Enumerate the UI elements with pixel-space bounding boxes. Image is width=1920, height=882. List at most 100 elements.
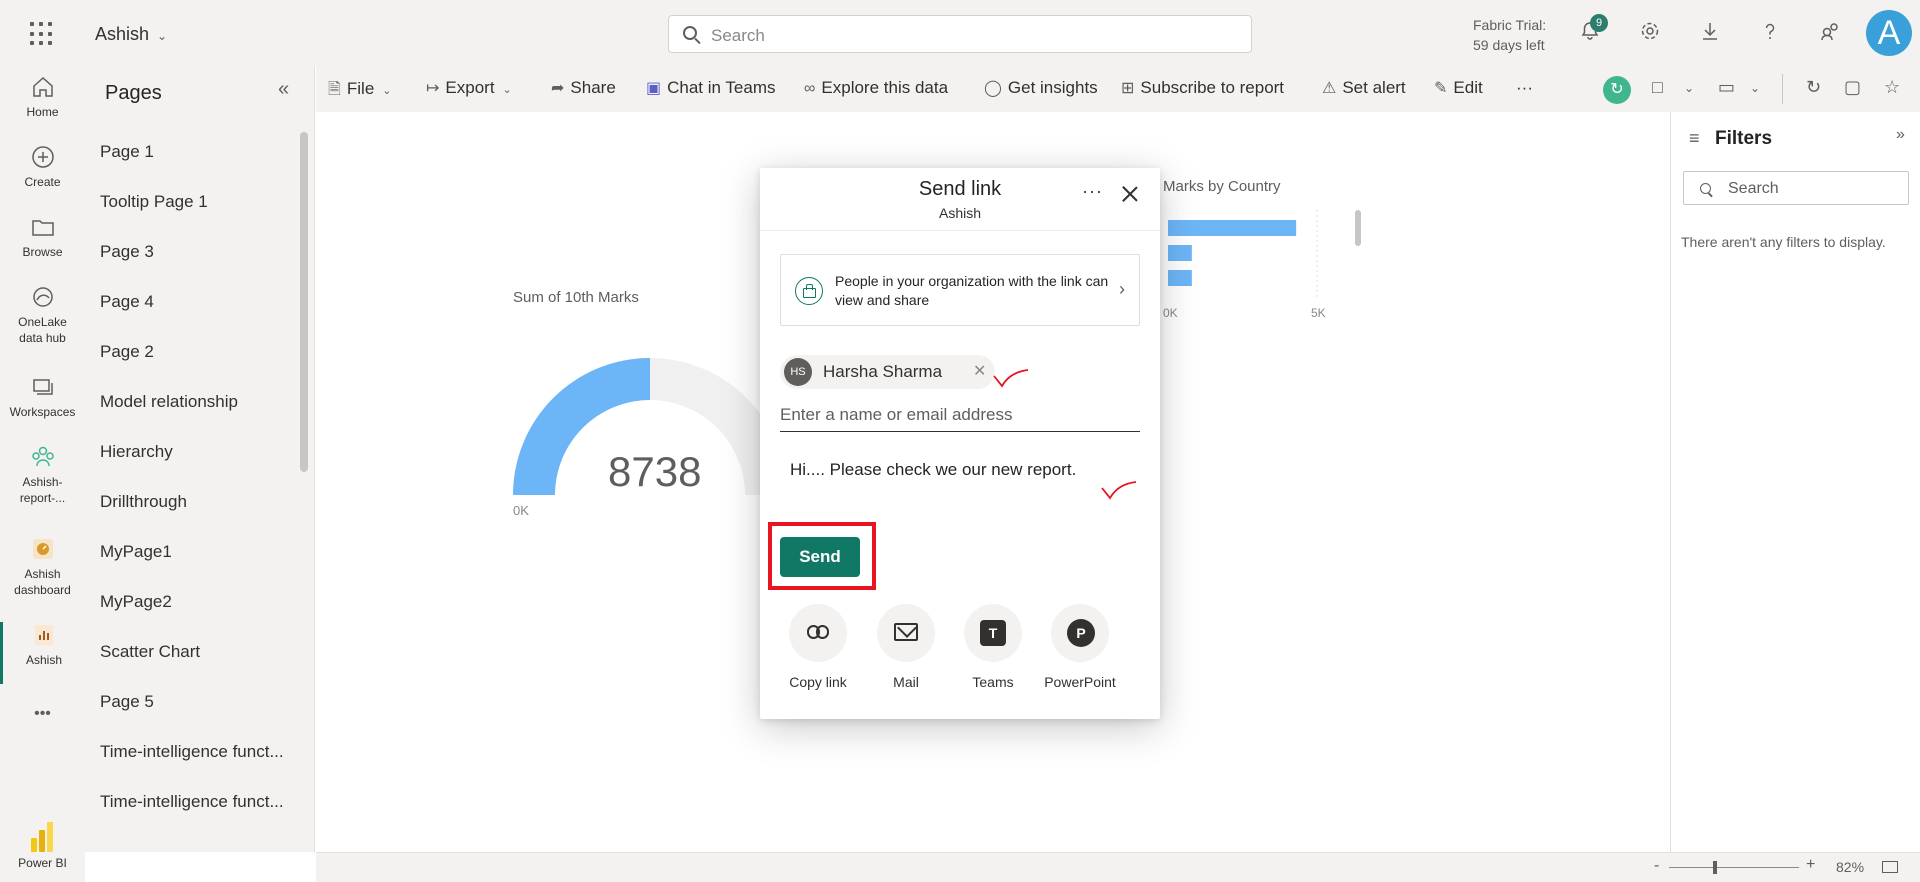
trial-status[interactable]: Fabric Trial: 59 days left xyxy=(1473,15,1546,55)
comment-icon[interactable]: ▢ xyxy=(1844,77,1861,98)
page-tab[interactable]: Page 3 xyxy=(100,242,300,262)
workspace-switcher[interactable]: Ashish ⌄ xyxy=(95,24,167,45)
teams-button[interactable]: T xyxy=(964,604,1022,662)
copy-link-option[interactable]: Copy link xyxy=(778,604,858,690)
copy-link-button[interactable] xyxy=(789,604,847,662)
share-button[interactable]: ➦ Share xyxy=(551,78,616,98)
feedback-icon[interactable] xyxy=(1816,20,1844,48)
powerpoint-button[interactable]: P xyxy=(1051,604,1109,662)
page-tab[interactable]: Page 4 xyxy=(100,292,300,312)
gear-icon[interactable] xyxy=(1636,20,1664,48)
page-tab[interactable]: Tooltip Page 1 xyxy=(100,192,300,212)
bar[interactable] xyxy=(1168,220,1297,236)
send-link-dialog: Send link Ashish ··· People in your orga… xyxy=(760,168,1160,719)
page-tab[interactable]: Scatter Chart xyxy=(100,642,300,662)
view-icon[interactable]: ▭ xyxy=(1718,77,1735,98)
powerpoint-option[interactable]: P PowerPoint xyxy=(1040,604,1120,690)
app-launcher-icon[interactable] xyxy=(30,22,54,46)
report-icon xyxy=(35,625,53,645)
file-icon: 🗎 xyxy=(328,81,341,98)
explore-data-button[interactable]: ∞ Explore this data xyxy=(804,78,948,98)
filters-search-input[interactable]: Search xyxy=(1683,171,1909,205)
rail-item-browse[interactable]: Browse xyxy=(0,214,85,260)
bar[interactable] xyxy=(1168,245,1192,261)
rail-item-workspaces[interactable]: Workspaces xyxy=(0,374,85,420)
toolbar-divider xyxy=(1782,74,1783,104)
plus-circle-icon xyxy=(31,146,54,168)
subscribe-icon: ⊞ xyxy=(1121,80,1135,97)
recipient-email-input[interactable] xyxy=(780,398,1140,432)
page-tab[interactable]: Hierarchy xyxy=(100,442,300,462)
fit-to-page-icon[interactable] xyxy=(1882,861,1898,873)
zoom-in-button[interactable]: + xyxy=(1806,856,1815,874)
mail-button[interactable] xyxy=(877,604,935,662)
binoculars-icon: ∞ xyxy=(804,80,816,97)
page-tab[interactable]: Time-intelligence funct... xyxy=(100,742,300,762)
collapse-pages-icon[interactable]: « xyxy=(278,78,289,101)
page-tab[interactable]: Page 5 xyxy=(100,692,300,712)
page-tab[interactable]: Page 2 xyxy=(100,342,300,362)
chevron-down-icon[interactable]: ⌄ xyxy=(1750,81,1760,95)
more-icon[interactable]: ••• xyxy=(0,706,85,722)
zoom-slider-thumb[interactable] xyxy=(1713,861,1717,874)
download-icon[interactable] xyxy=(1696,20,1724,48)
file-menu[interactable]: 🗎 File ⌄ xyxy=(328,78,392,105)
chevron-down-icon[interactable]: ⌄ xyxy=(1684,81,1694,95)
page-tab[interactable]: Page 1 xyxy=(100,142,300,162)
zoom-out-button[interactable]: - xyxy=(1654,857,1659,875)
page-tab[interactable]: MyPage2 xyxy=(100,592,300,612)
lightbulb-icon: ◯ xyxy=(984,80,1002,97)
people-icon xyxy=(31,446,54,467)
page-tab[interactable]: Time-intelligence funct... xyxy=(100,792,300,812)
workspace-name: Ashish xyxy=(95,24,150,44)
chevron-down-icon: ⌄ xyxy=(502,84,512,96)
rail-item-home[interactable]: Home xyxy=(0,74,85,120)
bookmark-icon[interactable]: □ xyxy=(1652,77,1663,98)
chart-scrollbar[interactable] xyxy=(1355,210,1361,246)
zoom-level: 82% xyxy=(1836,859,1865,875)
checkmark-annotation-icon xyxy=(993,369,1029,388)
favorite-star-icon[interactable]: ☆ xyxy=(1884,77,1900,98)
link-permission-settings[interactable]: People in your organization with the lin… xyxy=(780,254,1140,326)
reset-icon[interactable]: ↻ xyxy=(1603,76,1631,104)
export-icon: ↦ xyxy=(426,80,440,97)
trial-label: Fabric Trial: xyxy=(1473,17,1547,33)
send-button[interactable]: Send xyxy=(780,537,860,577)
set-alert-button[interactable]: ⚠ Set alert xyxy=(1322,78,1406,98)
rail-item-ashish-report-active[interactable]: Ashish xyxy=(0,622,85,684)
get-insights-button[interactable]: ◯ Get insights xyxy=(984,78,1098,98)
more-options-icon[interactable]: ··· xyxy=(1082,181,1103,202)
message-textarea[interactable]: Hi.... Please check we our new report. xyxy=(780,450,1140,510)
mail-option[interactable]: Mail xyxy=(866,604,946,690)
page-tab[interactable]: MyPage1 xyxy=(100,542,300,562)
bar-chart[interactable] xyxy=(1160,205,1360,305)
subscribe-button[interactable]: ⊞ Subscribe to report xyxy=(1121,78,1284,98)
user-avatar[interactable]: A xyxy=(1866,10,1912,56)
rail-item-create[interactable]: Create xyxy=(0,144,85,190)
global-search[interactable]: Search xyxy=(668,15,1252,53)
refresh-icon[interactable]: ↻ xyxy=(1806,77,1821,98)
chat-in-teams-button[interactable]: ▣ Chat in Teams xyxy=(646,78,775,98)
close-icon[interactable] xyxy=(1122,186,1138,202)
rail-item-ashish-report[interactable]: Ashish-report-... xyxy=(0,444,85,506)
page-tab[interactable]: Drillthrough xyxy=(100,492,300,512)
teams-option[interactable]: T Teams xyxy=(953,604,1033,690)
help-icon[interactable] xyxy=(1756,20,1784,48)
option-label: Teams xyxy=(972,674,1014,690)
insights-label: Get insights xyxy=(1007,78,1098,97)
more-options-icon[interactable]: ··· xyxy=(1516,78,1533,98)
zoom-slider[interactable] xyxy=(1669,867,1799,868)
rail-item-ashish-dashboard[interactable]: Ashish dashboard xyxy=(0,536,85,598)
rail-item-onelake[interactable]: OneLake data hub xyxy=(0,284,85,346)
remove-recipient-icon[interactable]: ✕ xyxy=(973,361,986,381)
pages-scrollbar[interactable] xyxy=(300,132,308,472)
recipient-chip: HS Harsha Sharma ✕ xyxy=(780,355,995,389)
status-bar: - + 82% xyxy=(316,852,1920,882)
export-menu[interactable]: ↦ Export ⌄ xyxy=(426,78,512,98)
bar[interactable] xyxy=(1168,270,1192,286)
chevron-right-icon: › xyxy=(1119,279,1125,299)
edit-button[interactable]: ✎ Edit xyxy=(1434,78,1483,98)
expand-icon[interactable]: » xyxy=(1896,126,1905,144)
briefcase-icon xyxy=(795,277,823,305)
page-tab[interactable]: Model relationship xyxy=(100,392,300,412)
